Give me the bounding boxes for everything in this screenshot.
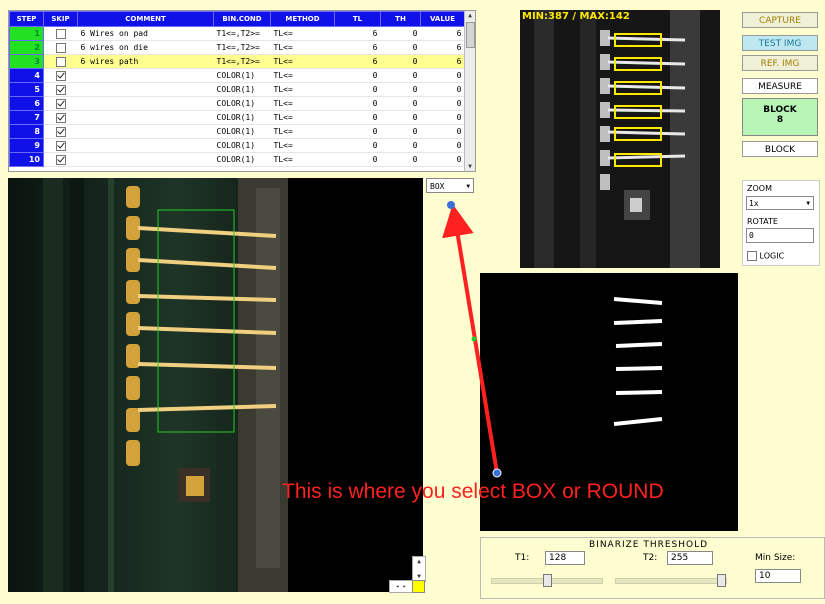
arrow-mid-dot	[471, 336, 477, 342]
arrow-tail-dot	[492, 468, 502, 478]
annotation-caption: This is where you select BOX or ROUND	[282, 480, 664, 503]
annotation-arrow	[442, 204, 499, 474]
arrow-head-dot	[447, 201, 455, 209]
annotation-overlay	[442, 201, 502, 478]
